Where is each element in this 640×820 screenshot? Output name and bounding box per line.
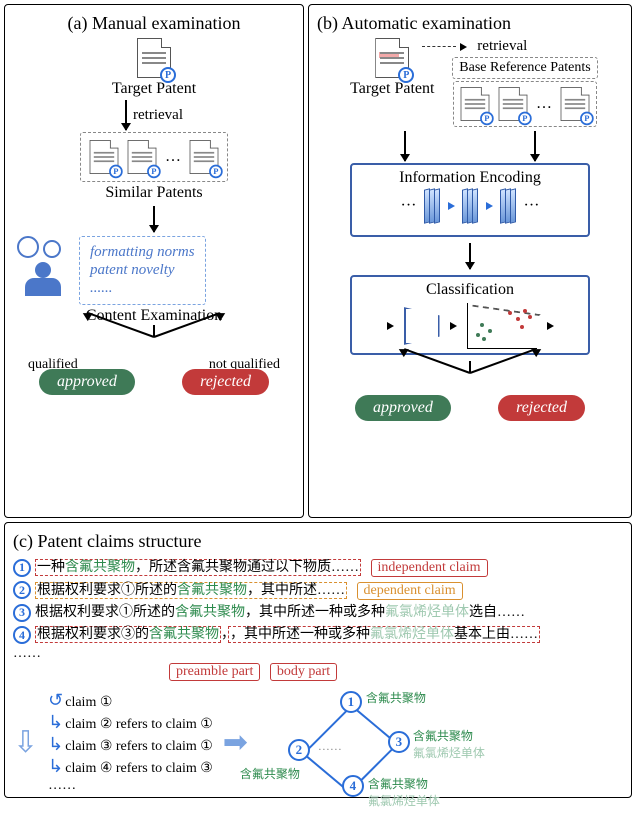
classification-label: Classification	[426, 281, 514, 299]
target-patent-label-b: Target Patent	[350, 80, 434, 98]
split-arrows	[64, 325, 244, 363]
info-encoding-box: Information Encoding ··· ···	[350, 163, 590, 237]
graph-node-3: 3	[388, 731, 410, 753]
examiner-icon	[13, 236, 73, 296]
claim-3: 3根据权利要求①所述的含氟共聚物，其中所述一种或多种氟氯烯烃单体选自……	[13, 601, 623, 622]
claim-graph: 1 2 3 4 含氟共聚物 含氟共聚物 含氟共聚物氟氯烯烃单体 含氟共聚物氟氯烯…	[258, 687, 448, 797]
graph-node-2: 2	[288, 739, 310, 761]
claim-2: 2根据权利要求①所述的含氟共聚物，其中所述…… dependent claim	[13, 579, 623, 600]
down-arrow-icon: ⇩	[13, 725, 38, 760]
nn-stacks: ··· ···	[401, 189, 540, 223]
claims-list: 1一种含氟共聚物，所述含氟共聚物通过以下物质…… independent cla…	[13, 556, 623, 681]
arrow-icon	[460, 43, 467, 51]
arrow-icon	[534, 131, 536, 161]
right-arrow-icon: ➡	[223, 725, 248, 760]
similar-patents-box: P P … P	[80, 132, 228, 182]
criteria-box: formatting norms patent novelty ......	[79, 236, 206, 305]
preamble-tag: preamble part	[169, 663, 260, 681]
arrow-icon	[125, 100, 127, 130]
panel-b-top: P Target Patent retrieval Base Reference…	[342, 38, 597, 127]
content-exam-label: Content Examination	[86, 307, 222, 325]
target-doc-icon: P	[375, 38, 409, 78]
patent-doc-icon: P	[137, 38, 171, 78]
arrow-icon	[153, 206, 155, 232]
target-patent-label: Target Patent	[112, 80, 196, 98]
claims-ellipsis: ……	[13, 646, 623, 662]
criteria-formatting: formatting norms	[90, 244, 195, 261]
figure-root: (a) Manual examination P Target Patent r…	[4, 4, 636, 798]
graph-node-1: 1	[340, 691, 362, 713]
approved-pill: approved	[39, 369, 135, 395]
top-row: (a) Manual examination P Target Patent r…	[4, 4, 636, 518]
classifier-icon	[404, 307, 440, 345]
panel-a: (a) Manual examination P Target Patent r…	[4, 4, 304, 518]
classification-box: Classification	[350, 275, 590, 355]
similar-patents-label: Similar Patents	[105, 184, 202, 202]
panel-c-title: (c) Patent claims structure	[13, 531, 623, 552]
claim-4: 4根据权利要求③的含氟共聚物，，其中所述一种或多种氟氯烯烃单体基本上由……	[13, 623, 623, 644]
ellipsis-icon: …	[163, 148, 183, 166]
panel-c-lower: ⇩ ↺claim ① ↳claim ② refers to claim ① ↳c…	[13, 687, 623, 797]
scatter-plot-icon	[467, 303, 537, 349]
body-tag: body part	[270, 663, 337, 681]
claim-1: 1一种含氟共聚物，所述含氟共聚物通过以下物质…… independent cla…	[13, 556, 623, 577]
info-encoding-label: Information Encoding	[399, 169, 541, 187]
split-arrows	[380, 361, 560, 399]
graph-node-4: 4	[342, 775, 364, 797]
arrow-icon	[469, 243, 471, 269]
panel-b: (b) Automatic examination P Target Paten…	[308, 4, 632, 518]
dependent-claim-tag: dependent claim	[357, 582, 463, 600]
criteria-etc: ......	[90, 280, 195, 297]
reference-list: ↺claim ① ↳claim ② refers to claim ① ↳cla…	[48, 689, 213, 795]
base-reference-label: Base Reference Patents	[452, 57, 597, 79]
criteria-novelty: patent novelty	[90, 262, 195, 279]
panel-b-title: (b) Automatic examination	[317, 13, 511, 34]
outcome-row: approved rejected	[39, 369, 269, 395]
panel-c: (c) Patent claims structure 1一种含氟共聚物，所述含…	[4, 522, 632, 798]
examiner-row: formatting norms patent novelty ......	[13, 236, 295, 305]
retrieval-label: retrieval	[133, 107, 183, 124]
rejected-pill: rejected	[182, 369, 269, 395]
arrow-icon	[404, 131, 406, 161]
panel-a-title: (a) Manual examination	[68, 13, 241, 34]
independent-claim-tag: independent claim	[371, 559, 488, 577]
retrieval-label-b: retrieval	[477, 38, 527, 55]
